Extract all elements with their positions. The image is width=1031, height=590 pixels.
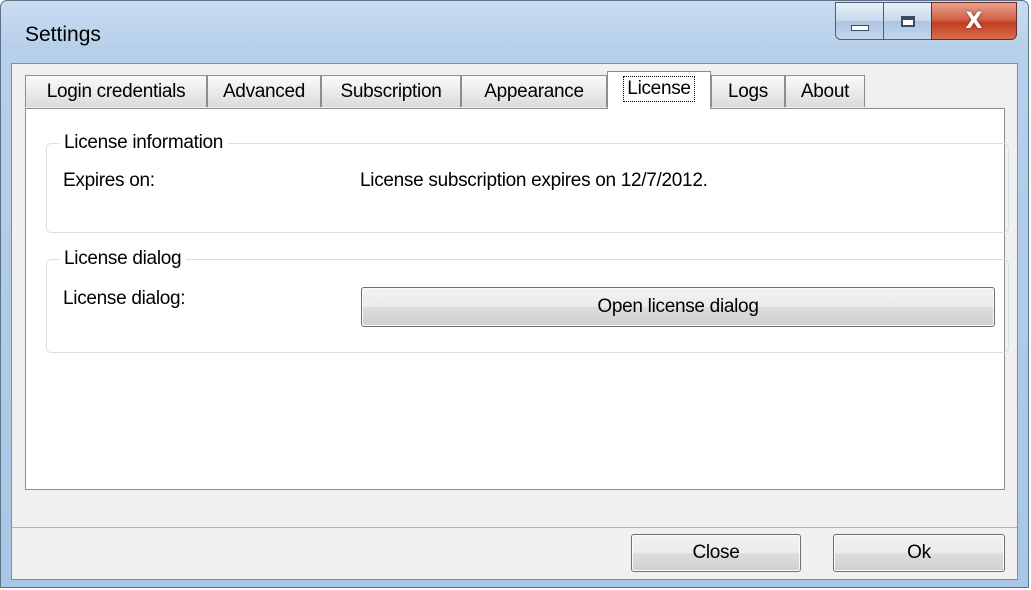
tab-label: Appearance — [484, 80, 584, 102]
window-title: Settings — [25, 23, 101, 46]
title-bar[interactable]: Settings X — [1, 1, 1028, 65]
tab-subscription[interactable]: Subscription — [321, 75, 461, 107]
tab-label: License — [623, 75, 695, 102]
tab-about[interactable]: About — [785, 75, 865, 107]
tab-label: Logs — [727, 80, 768, 102]
group-legend: License information — [59, 131, 229, 155]
tab-appearance[interactable]: Appearance — [461, 75, 607, 107]
close-button[interactable]: Close — [631, 534, 801, 572]
caption-buttons: X — [835, 2, 1017, 40]
tab-label: Advanced — [222, 80, 306, 102]
license-tab-page: License information Expires on: License … — [25, 108, 1009, 490]
close-icon: X — [965, 8, 983, 34]
tab-login-credentials[interactable]: Login credentials — [25, 75, 207, 107]
tab-advanced[interactable]: Advanced — [207, 75, 321, 107]
minimize-icon — [850, 25, 869, 31]
tab-label: Login credentials — [46, 80, 186, 102]
maximize-icon — [900, 15, 915, 27]
minimize-button[interactable] — [835, 2, 883, 40]
expires-value: License subscription expires on 12/7/201… — [360, 170, 708, 191]
license-information-group: License information Expires on: License … — [46, 131, 1009, 233]
settings-window: Settings X Login credentials Advanced Su… — [0, 0, 1029, 588]
footer-separator — [12, 527, 1017, 528]
license-dialog-group: License dialog License dialog: Open lice… — [46, 247, 1009, 353]
tab-license[interactable]: License — [607, 71, 711, 109]
maximize-button[interactable] — [883, 2, 931, 40]
ok-button[interactable]: Ok — [833, 534, 1005, 572]
close-window-button[interactable]: X — [931, 2, 1017, 40]
open-license-dialog-button[interactable]: Open license dialog — [361, 287, 995, 327]
group-legend: License dialog — [59, 247, 187, 271]
license-dialog-label: License dialog: — [63, 288, 186, 309]
expires-on-label: Expires on: — [63, 170, 155, 191]
tab-label: Subscription — [340, 80, 442, 102]
tab-logs[interactable]: Logs — [711, 75, 785, 107]
dialog-client-area: Login credentials Advanced Subscription … — [11, 63, 1018, 580]
tab-label: About — [800, 80, 850, 102]
